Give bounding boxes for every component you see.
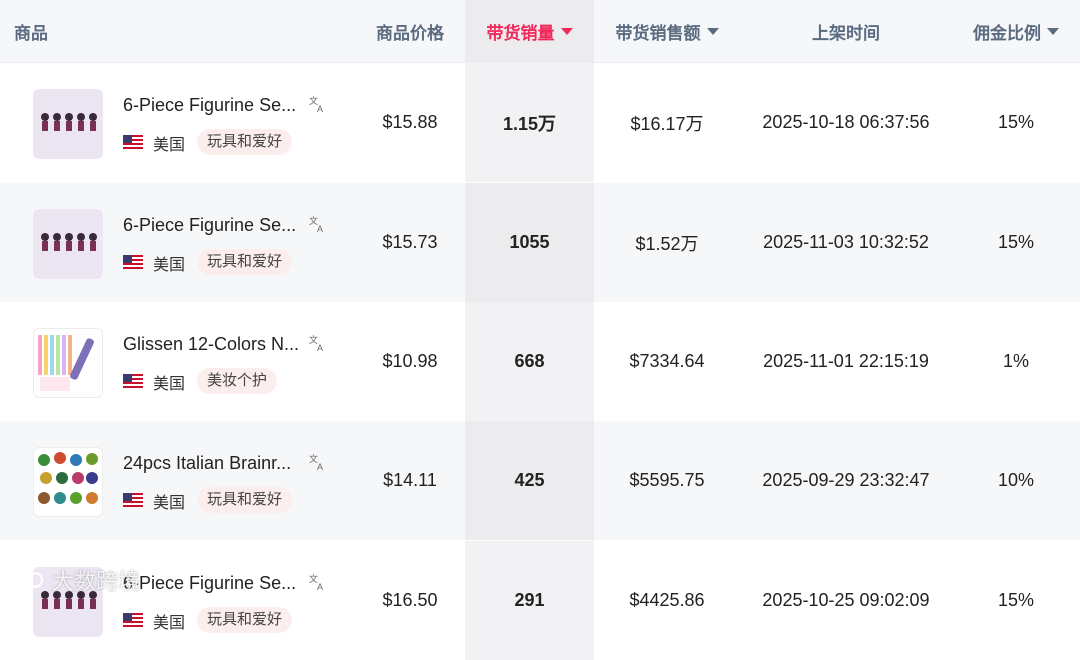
sales-amount-cell: $16.17万 [630, 113, 704, 134]
us-flag-icon [123, 135, 143, 149]
country-label: 美国 [153, 495, 186, 512]
product-title-link[interactable]: Glissen 12-Colors N... [123, 334, 299, 355]
svg-text:A: A [317, 224, 323, 233]
price-cell: $10.98 [382, 351, 438, 371]
price-cell: $14.11 [383, 470, 437, 490]
watermark: 大数跨境 [8, 562, 140, 598]
us-flag-icon [123, 613, 143, 627]
product-title-link[interactable]: 6-Piece Figurine Se... [123, 573, 296, 594]
product-title-link[interactable]: 6-Piece Figurine Se... [123, 95, 296, 116]
product-title-link[interactable]: 24pcs Italian Brainr... [123, 453, 291, 474]
table-row[interactable]: 6-Piece Figurine Se... 文A 美国 玩具和爱好 $15.8… [0, 63, 1080, 182]
product-thumbnail[interactable] [33, 447, 103, 517]
product-table: 商品 商品价格 带货销量 带货销售额 上架时间 佣金比例 6-Piece Fig… [0, 0, 1080, 660]
sales-amount-cell: $5595.75 [629, 470, 705, 490]
translate-icon[interactable]: 文A [309, 95, 327, 113]
category-tag: 玩具和爱好 [197, 249, 293, 275]
product-thumbnail[interactable] [33, 209, 103, 279]
sales-amount-cell: $1.52万 [635, 233, 699, 254]
product-thumbnail[interactable] [33, 328, 103, 398]
figures-icon [38, 452, 98, 504]
figurine-icon [41, 113, 97, 131]
category-tag: 玩具和爱好 [197, 607, 293, 633]
header-product: 商品 [14, 23, 48, 43]
sales-volume-cell: 1.15万 [502, 113, 557, 134]
figurine-icon [41, 233, 97, 251]
watermark-text: 大数跨境 [52, 569, 141, 594]
price-cell: $15.73 [382, 232, 438, 252]
price-cell: $15.88 [382, 112, 438, 132]
header-listing-time[interactable]: 上架时间 [740, 0, 952, 62]
svg-text:A: A [317, 104, 323, 113]
us-flag-icon [123, 493, 143, 507]
translate-icon[interactable]: 文A [309, 573, 327, 591]
sales-volume-cell: 425 [514, 470, 545, 490]
us-flag-icon [123, 255, 143, 269]
listing-time-cell: 2025-11-01 22:15:19 [763, 351, 929, 371]
header-sales-volume-sort[interactable]: 带货销量 [465, 0, 594, 62]
us-flag-icon [123, 374, 143, 388]
country-label: 美国 [153, 137, 186, 154]
nail-polish-icon [38, 335, 94, 391]
header-sales-amount-sort[interactable]: 带货销售额 [594, 0, 740, 62]
category-tag: 美妆个护 [197, 368, 278, 394]
product-title-link[interactable]: 6-Piece Figurine Se... [123, 215, 296, 236]
commission-cell: 15% [997, 112, 1035, 132]
category-tag: 玩具和爱好 [197, 129, 293, 155]
listing-time-cell: 2025-10-18 06:37:56 [762, 112, 930, 132]
svg-text:A: A [317, 582, 323, 591]
sales-volume-cell: 668 [514, 351, 545, 371]
header-price[interactable]: 商品价格 [355, 0, 465, 62]
table-header: 商品 商品价格 带货销量 带货销售额 上架时间 佣金比例 [0, 0, 1080, 63]
commission-cell: 10% [997, 470, 1035, 490]
listing-time-cell: 2025-09-29 23:32:47 [762, 470, 930, 490]
commission-cell: 15% [997, 232, 1035, 252]
commission-cell: 1% [1002, 351, 1029, 371]
translate-icon[interactable]: 文A [309, 215, 327, 233]
watermark-logo-icon [10, 572, 44, 588]
sales-amount-cell: $7334.64 [629, 351, 705, 371]
listing-time-cell: 2025-11-03 10:32:52 [763, 232, 929, 252]
country-label: 美国 [153, 257, 186, 274]
table-row[interactable]: 6-Piece Figurine Se... 文A 美国 玩具和爱好 $15.7… [0, 183, 1080, 302]
header-commission-sort[interactable]: 佣金比例 [952, 0, 1080, 62]
table-row[interactable]: 24pcs Italian Brainr... 文A 美国 玩具和爱好 $14.… [0, 421, 1080, 540]
translate-icon[interactable]: 文A [309, 334, 327, 352]
category-tag: 玩具和爱好 [197, 487, 293, 513]
sort-caret-icon [706, 27, 719, 35]
sort-caret-icon [560, 27, 573, 35]
sort-caret-icon [1047, 27, 1059, 35]
product-thumbnail[interactable] [33, 89, 103, 159]
country-label: 美国 [153, 615, 186, 632]
translate-icon[interactable]: 文A [309, 453, 327, 471]
svg-text:A: A [317, 462, 323, 471]
table-row[interactable]: Glissen 12-Colors N... 文A 美国 美妆个护 $10.98… [0, 302, 1080, 421]
country-label: 美国 [153, 376, 186, 393]
svg-text:A: A [317, 343, 323, 352]
sales-volume-cell: 1055 [509, 232, 550, 252]
